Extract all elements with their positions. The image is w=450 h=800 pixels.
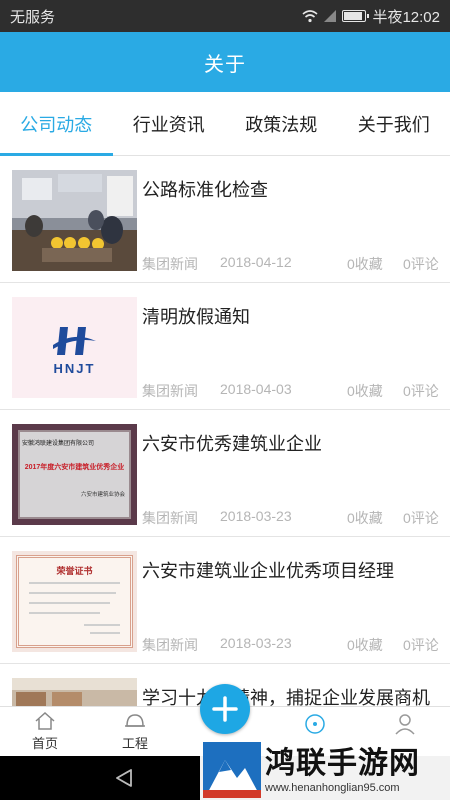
news-favorites: 0收藏 [347, 383, 383, 399]
certificate-heading: 荣誉证书 [56, 566, 93, 576]
helmet-icon [125, 714, 145, 727]
news-favorites: 0收藏 [347, 637, 383, 653]
nav-home-label: 首页 [31, 736, 58, 751]
news-photo [12, 170, 137, 271]
signal-icon [324, 10, 337, 22]
plaque-award: 2017年度六安市建筑业优秀企业 [24, 464, 125, 471]
status-bar: 无服务 半夜12:02 [0, 0, 450, 32]
watermark: 鸿联手游网 www.henanhonglian95.com [200, 740, 450, 800]
tab-company-news[interactable]: 公司动态 [0, 92, 113, 156]
battery-icon [342, 10, 370, 22]
news-title: 清明放假通知 [142, 307, 250, 327]
news-date: 2018-04-12 [220, 254, 292, 270]
carrier-label: 无服务 [10, 8, 56, 26]
list-item[interactable]: 安徽鸿联建设集团有限公司 2017年度六安市建筑业优秀企业 六安市建筑业协会 六… [0, 410, 450, 537]
news-source: 集团新闻 [142, 256, 198, 272]
company-logo-thumb: HNJT [12, 297, 137, 398]
news-title: 公路标准化检查 [142, 180, 268, 200]
news-date: 2018-03-23 [220, 635, 292, 651]
compass-icon [305, 714, 325, 734]
news-source: 集团新闻 [142, 383, 198, 399]
plaque-company: 安徽鸿联建设集团有限公司 [22, 441, 95, 447]
hnjt-logo-icon [12, 297, 137, 398]
nav-projects-label: 工程 [121, 736, 148, 751]
news-meta: 集团新闻 2018-04-03 0收藏 0评论 [142, 381, 440, 401]
status-icons: 半夜12:02 [302, 6, 440, 27]
news-favorites: 0收藏 [347, 510, 383, 526]
tab-bar: 公司动态 行业资讯 政策法规 关于我们 [0, 92, 450, 156]
clock: 半夜12:02 [372, 8, 440, 26]
user-icon [395, 714, 415, 735]
news-comments: 0评论 [403, 383, 439, 399]
back-icon[interactable] [112, 766, 136, 790]
home-icon [35, 711, 55, 730]
award-plaque-photo: 安徽鸿联建设集团有限公司 2017年度六安市建筑业优秀企业 六安市建筑业协会 [12, 424, 137, 525]
tab-policies[interactable]: 政策法规 [225, 92, 338, 155]
watermark-brand: 鸿联手游网 [265, 746, 420, 781]
list-item[interactable]: 荣誉证书 六安市建筑业企业优秀项目经理 集团新闻 2018-03-23 0收藏 … [0, 537, 450, 664]
news-comments: 0评论 [403, 256, 439, 272]
nav-projects[interactable]: 工程 [90, 707, 180, 756]
watermark-url: www.henanhonglian95.com [265, 782, 400, 794]
wifi-icon [302, 10, 318, 23]
plus-icon [212, 696, 238, 722]
plaque-issuer: 六安市建筑业协会 [80, 492, 125, 498]
news-meta: 集团新闻 2018-03-23 0收藏 0评论 [142, 635, 440, 655]
news-title: 六安市优秀建筑业企业 [142, 434, 322, 454]
news-source: 集团新闻 [142, 510, 198, 526]
news-date: 2018-04-03 [220, 381, 292, 397]
list-item[interactable]: 公路标准化检查 集团新闻 2018-04-12 0收藏 0评论 [0, 156, 450, 283]
logo-text: HNJT [53, 361, 96, 376]
page-title: 关于 [0, 32, 450, 92]
news-meta: 集团新闻 2018-04-12 0收藏 0评论 [142, 254, 440, 274]
news-favorites: 0收藏 [347, 256, 383, 272]
news-date: 2018-03-23 [220, 508, 292, 524]
news-comments: 0评论 [403, 637, 439, 653]
news-comments: 0评论 [403, 510, 439, 526]
news-meta: 集团新闻 2018-03-23 0收藏 0评论 [142, 508, 440, 528]
certificate-photo: 荣誉证书 [12, 551, 137, 652]
tab-industry-news[interactable]: 行业资讯 [113, 92, 226, 155]
list-item[interactable]: HNJT 清明放假通知 集团新闻 2018-04-03 0收藏 0评论 [0, 283, 450, 410]
nav-home[interactable]: 首页 [0, 707, 90, 756]
brand-logo-icon [203, 742, 261, 798]
add-button[interactable] [200, 684, 250, 734]
tab-about-us[interactable]: 关于我们 [338, 92, 450, 155]
news-source: 集团新闻 [142, 637, 198, 653]
news-title: 六安市建筑业企业优秀项目经理 [142, 561, 394, 581]
